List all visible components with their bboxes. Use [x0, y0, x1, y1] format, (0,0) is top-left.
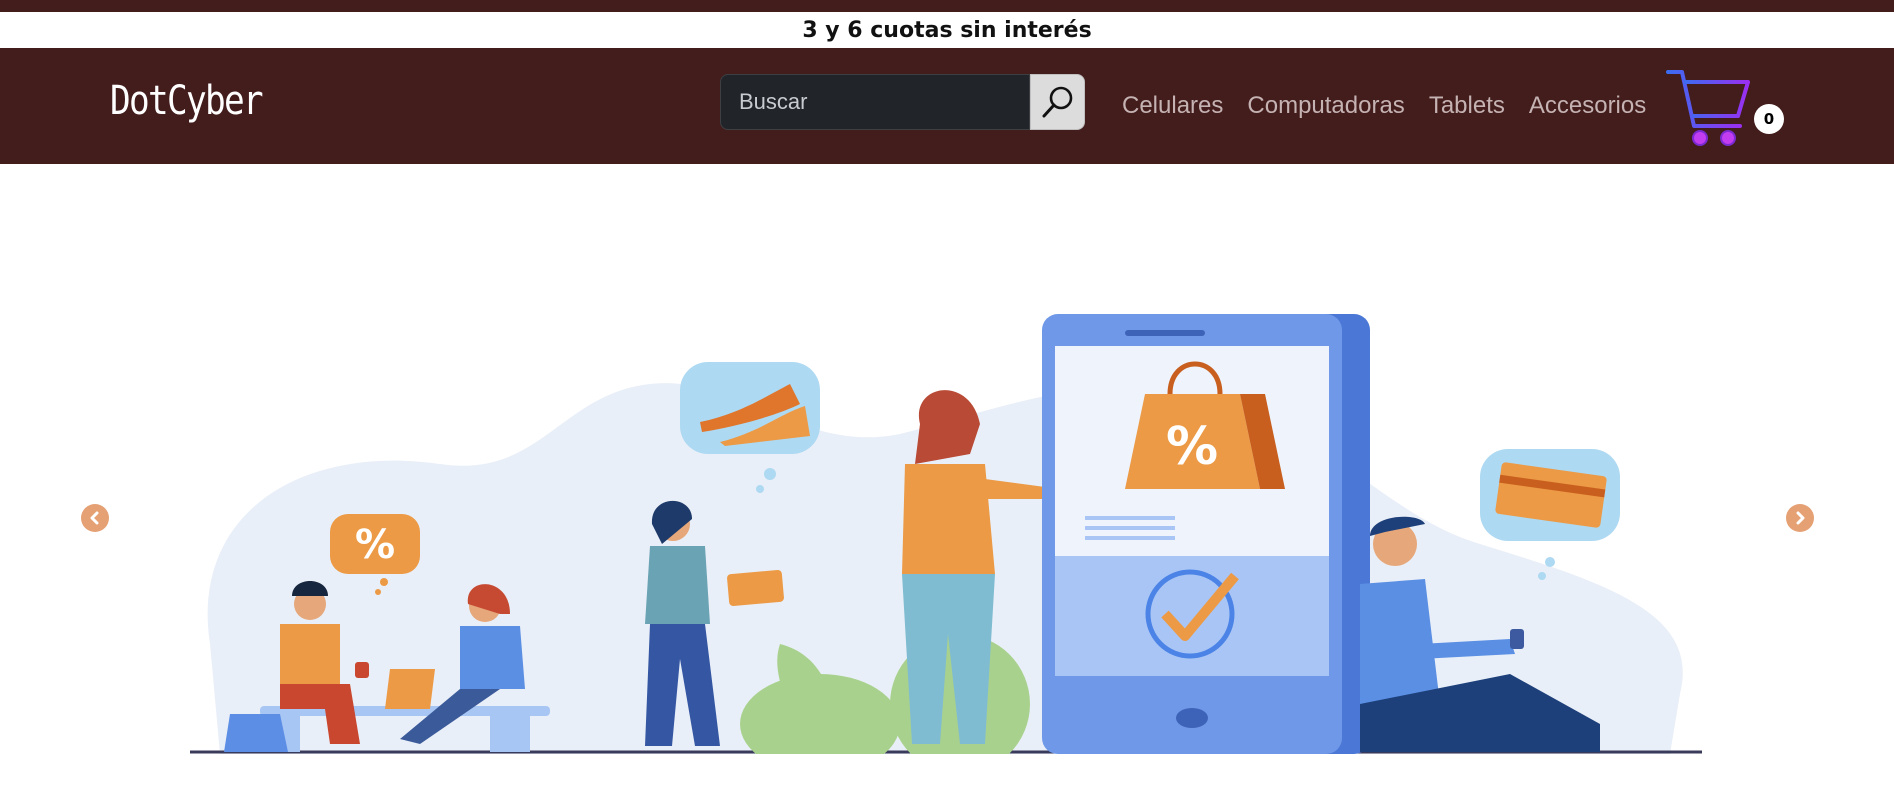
- promo-bar: 3 y 6 cuotas sin interés: [0, 12, 1894, 48]
- chevron-left-icon: [90, 511, 99, 525]
- nav-link-celulares[interactable]: Celulares: [1110, 92, 1235, 120]
- carousel-prev-button[interactable]: [81, 504, 109, 532]
- nav-link-accesorios[interactable]: Accesorios: [1517, 92, 1658, 120]
- navbar: DotCyber Celulares Computadoras Tablets …: [0, 48, 1894, 164]
- carousel-next-button[interactable]: [1786, 504, 1814, 532]
- search-input[interactable]: [720, 74, 1030, 130]
- cart-button[interactable]: [1664, 68, 1754, 150]
- search-button[interactable]: [1030, 74, 1085, 130]
- brand-logo[interactable]: DotCyber: [110, 78, 264, 124]
- nav-link-computadoras[interactable]: Computadoras: [1235, 92, 1416, 120]
- shopping-illustration: % %: [190, 314, 1702, 754]
- bag-percent-label: %: [1166, 417, 1218, 477]
- cart-count-badge: 0: [1754, 104, 1784, 134]
- hero-carousel: % %: [0, 164, 1894, 804]
- percent-badge-small: %: [355, 522, 395, 568]
- shopping-cart-icon: [1666, 70, 1750, 146]
- promo-text: 3 y 6 cuotas sin interés: [802, 17, 1092, 43]
- nav-link-tablets[interactable]: Tablets: [1417, 92, 1517, 120]
- search-icon: [1042, 86, 1072, 118]
- top-strip: [0, 0, 1894, 12]
- chevron-right-icon: [1796, 511, 1805, 525]
- nav-links: Celulares Computadoras Tablets Accesorio…: [1110, 48, 1658, 164]
